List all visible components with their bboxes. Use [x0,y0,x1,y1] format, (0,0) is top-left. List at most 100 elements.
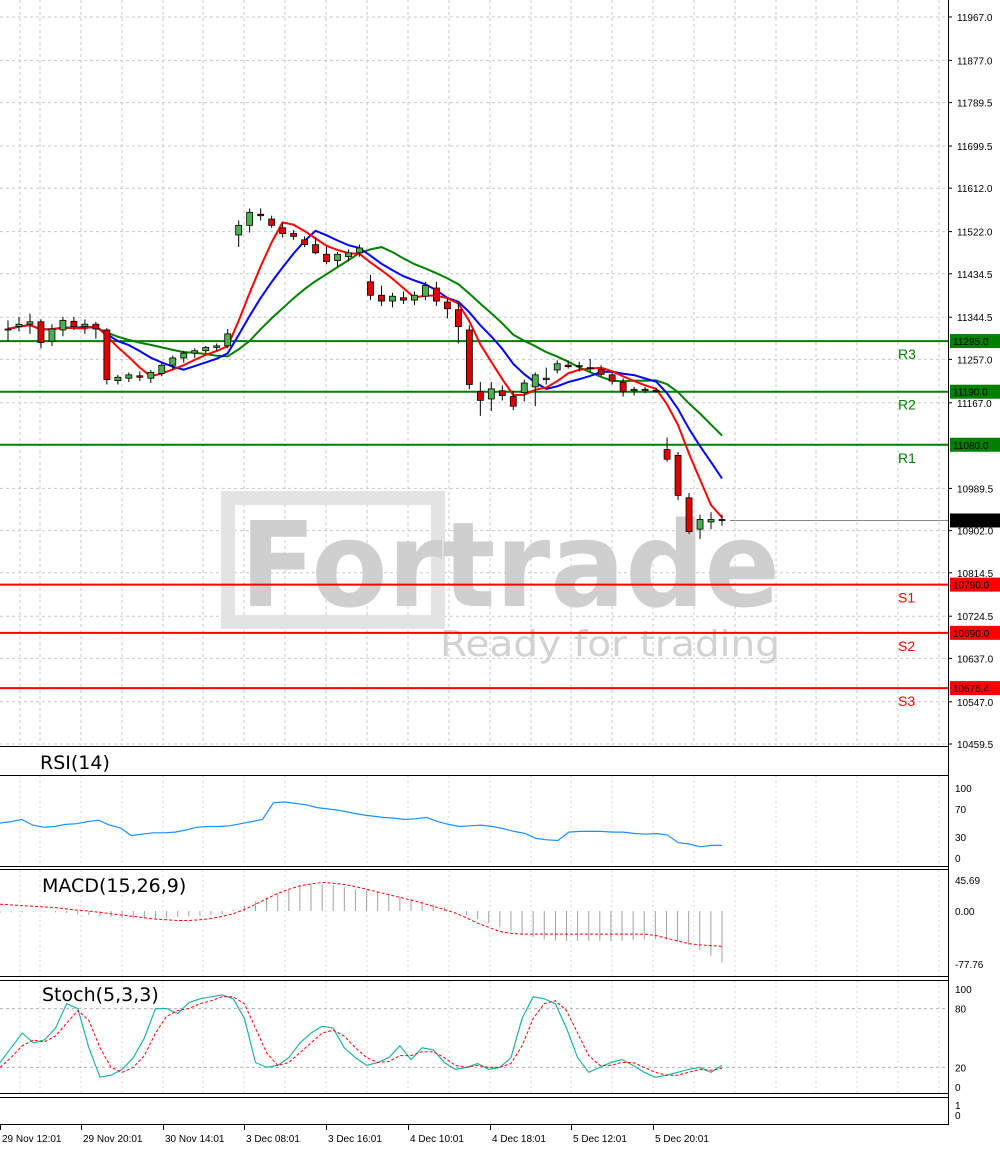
price-label: 10989.5 [957,484,994,495]
candle[interactable] [136,371,144,382]
candle-body [169,357,177,366]
level-price-label: 10690.0 [953,629,990,640]
candle[interactable] [103,328,111,385]
candle[interactable] [487,382,495,412]
candle-body [707,519,715,523]
price-label: 10724.5 [957,612,994,623]
candle[interactable] [334,251,341,267]
candle-body [70,320,78,328]
level-price-label: 11295.0 [953,337,989,348]
candle[interactable] [389,292,396,308]
candle-body [301,239,308,246]
candle[interactable] [48,324,56,346]
candle-body [674,454,682,496]
rsi-line [0,801,722,848]
candle[interactable] [608,372,616,385]
candle[interactable] [400,291,407,304]
candle[interactable] [378,285,385,306]
level-name-r2: R2 [898,397,916,413]
price-label: 10459.5 [957,740,994,751]
candle-body [663,449,671,460]
candle[interactable] [81,319,89,334]
candle[interactable] [542,367,550,385]
candle[interactable] [674,451,682,501]
candle[interactable] [246,208,254,233]
candle[interactable] [114,374,122,385]
candle-body [575,365,583,368]
chart-canvas[interactable]: Fortrade Ready for trading R3 11295.0 R2 11… [0,0,1000,1154]
candle[interactable] [465,325,473,390]
candle[interactable] [432,281,440,306]
rsi-axis-label: 70 [955,805,967,816]
candle-body [26,321,34,325]
candle-body [147,372,155,379]
candle[interactable] [59,316,67,337]
time-label: 29 Nov 12:01 [2,1134,62,1145]
candle-body [4,328,12,331]
candle[interactable] [92,321,100,339]
candle[interactable] [37,319,45,349]
candle[interactable] [268,215,276,228]
candle[interactable] [597,365,605,377]
candle[interactable] [553,360,561,374]
candle-body [367,281,374,296]
candle-body [345,252,352,258]
candle-body [235,224,243,236]
candle[interactable] [235,220,243,248]
macd-title: MACD(15,26,9) [42,875,186,897]
candle[interactable] [498,385,506,401]
price-label: 11344.5 [957,313,993,324]
candle-body [213,345,221,348]
candle-body [531,374,539,388]
time-label: 3 Dec 08:01 [246,1134,300,1145]
stoch-axis-label: 80 [955,1005,967,1016]
candle[interactable] [224,329,232,349]
candle-body [542,377,550,381]
candle-body [312,244,319,254]
candle-body [432,287,440,302]
stoch-axis-label: 100 [955,985,972,996]
candle[interactable] [411,291,418,305]
candle[interactable] [257,208,265,221]
price-label: 11522.0 [957,228,993,239]
time-label: 4 Dec 18:01 [492,1134,546,1145]
time-axis: 29 Nov 12:01 29 Nov 20:01 30 Nov 14:01 3 De… [0,1125,709,1145]
candle[interactable] [15,316,23,332]
price-label: 11434.5 [957,270,993,281]
price-label: 11789.5 [957,99,993,110]
candle[interactable] [663,437,671,462]
candle[interactable] [520,379,528,402]
candle-body [465,329,473,385]
candle-body [279,227,287,234]
rsi-axis-label: 30 [955,833,967,844]
macd-axis-label: -77.76 [955,960,984,971]
candle-body [422,285,429,297]
candle[interactable] [4,320,12,342]
candle[interactable] [147,370,155,384]
candle[interactable] [476,382,484,416]
candle-body [685,497,693,532]
candle-body [411,294,418,301]
candle-body [202,346,210,352]
candle[interactable] [26,313,34,334]
candle-body [59,319,67,331]
candle[interactable] [685,492,693,534]
ma-mid-line [7,229,723,480]
candle[interactable] [125,372,133,383]
price-label: 10637.0 [957,654,994,665]
price-label: 10814.5 [957,569,994,580]
candle-body [498,390,506,396]
candle-body [323,253,330,262]
candle-body [378,294,385,302]
time-label: 4 Dec 10:01 [410,1134,464,1145]
candle[interactable] [191,348,199,358]
candle-body [630,388,638,392]
candle-body [509,396,517,407]
candle[interactable] [323,247,330,264]
time-label: 30 Nov 14:01 [165,1134,225,1145]
candle[interactable] [367,275,374,301]
ma-fast-line [7,221,723,518]
price-label: 11699.5 [957,142,993,153]
candle-body [48,328,56,342]
level-name-s2: S2 [898,638,915,654]
